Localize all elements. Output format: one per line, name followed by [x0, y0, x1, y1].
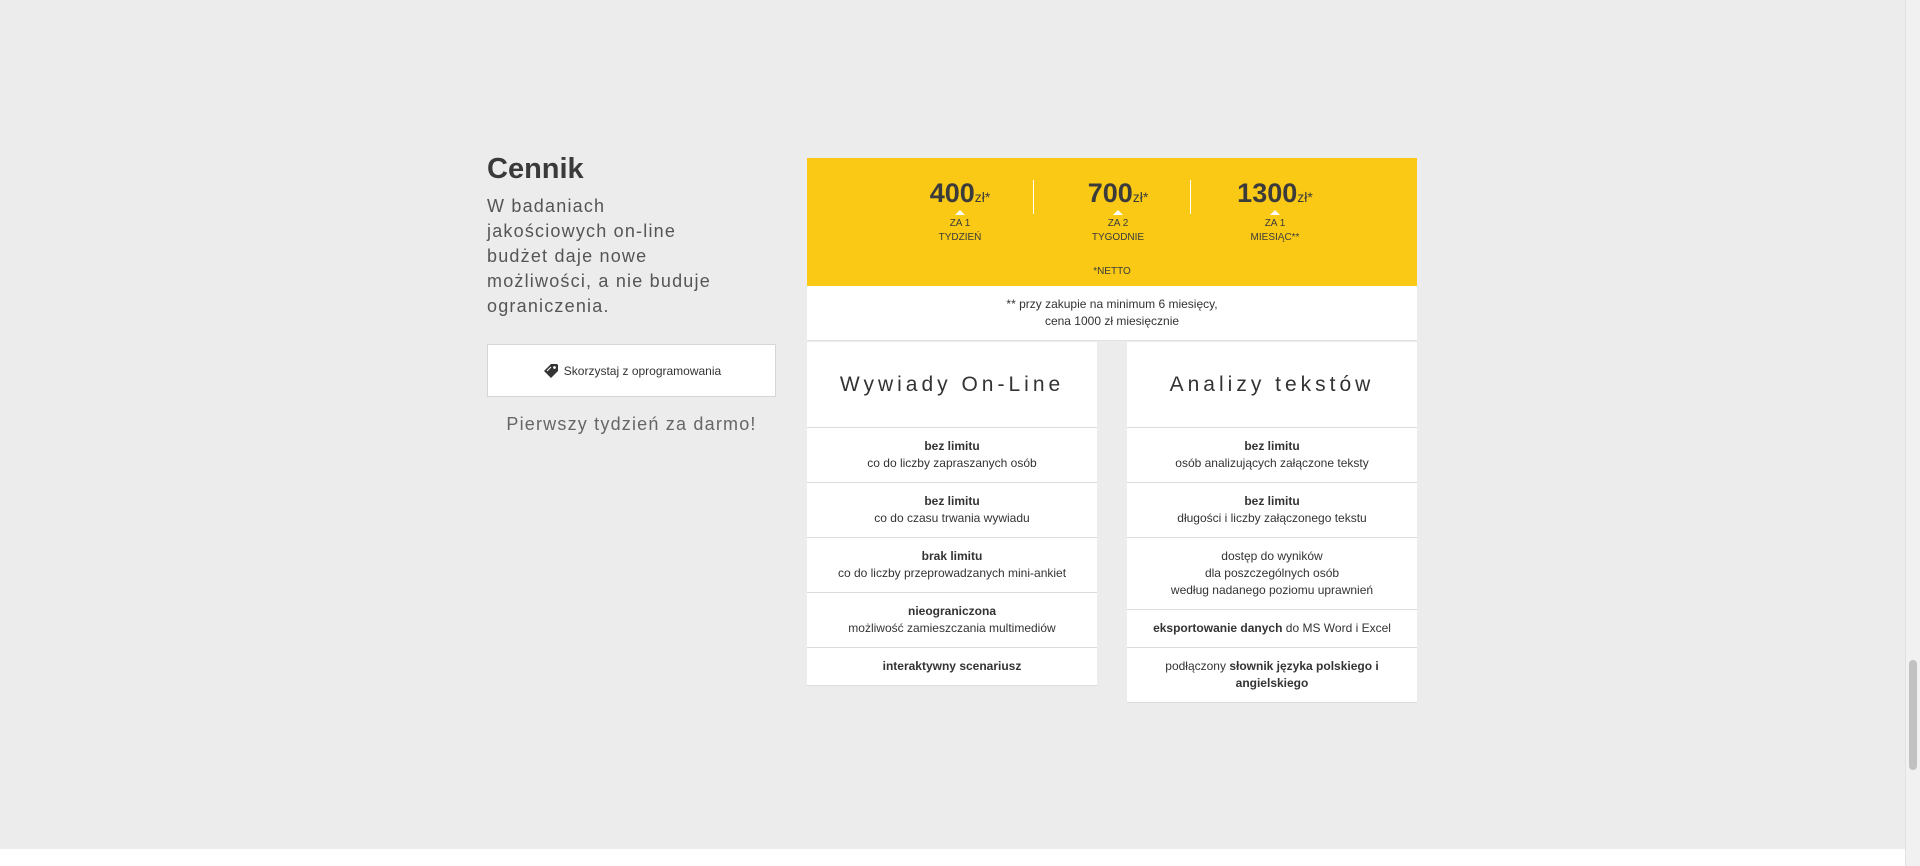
- price-weekly: 400zł* ZA 1 TYDZIEŃ: [880, 178, 1040, 245]
- price-period: ZA 1 MIESIĄC**: [1250, 218, 1300, 243]
- price-two-weeks: 700zł* ZA 2 TYGODNIE: [1038, 178, 1198, 245]
- price-monthly: 1300zł* ZA 1 MIESIĄC**: [1195, 178, 1355, 245]
- triangle-marker-icon: [1270, 210, 1280, 215]
- use-software-button[interactable]: Skorzystaj z oprogramowania: [487, 344, 776, 397]
- price-unit: zł*: [974, 189, 991, 205]
- page-title: Cennik: [487, 153, 584, 185]
- price-period: ZA 2 TYGODNIE: [1091, 218, 1145, 243]
- price-amount: 700: [1087, 178, 1133, 208]
- feature-row: podłączony słownik języka polskiego i an…: [1127, 648, 1417, 703]
- pricing-footnote: ** przy zakupie na minimum 6 miesięcy, c…: [807, 286, 1417, 341]
- feature-row: brak limitu co do liczby przeprowadzanych…: [807, 538, 1097, 593]
- feature-row: dostęp do wyników dla poszczególnych osób…: [1127, 538, 1417, 610]
- price-unit: zł*: [1297, 189, 1313, 205]
- feature-row: nieograniczona możliwość zamieszczania mu…: [807, 593, 1097, 648]
- price-unit: zł*: [1132, 189, 1149, 205]
- scrollbar-thumb[interactable]: [1909, 660, 1917, 770]
- feature-row: bez limitu co do liczby zapraszanych osób: [807, 428, 1097, 483]
- column-heading: Wywiady On-Line: [807, 342, 1097, 428]
- price-period: ZA 1 TYDZIEŃ: [938, 218, 982, 243]
- price-panel: 400zł* ZA 1 TYDZIEŃ 700zł* ZA 2 TYGODNIE 1…: [807, 158, 1417, 286]
- price-amount: 400: [929, 178, 975, 208]
- triangle-marker-icon: [955, 210, 965, 215]
- column-heading: Analizy tekstów: [1127, 342, 1417, 428]
- pricing-description: W badaniach jakościowych on-line budżet …: [487, 196, 711, 316]
- pricing-intro: Cennik W badaniach jakościowych on-line …: [487, 150, 777, 319]
- features-column-text-analysis: Analizy tekstów bez limitu osób analizują…: [1127, 342, 1417, 703]
- price-divider: [1190, 180, 1191, 214]
- footer-strip: [0, 849, 1905, 866]
- scrollbar[interactable]: [1905, 0, 1920, 866]
- feature-row: bez limitu co do czasu trwania wywiadu: [807, 483, 1097, 538]
- features-column-interviews: Wywiady On-Line bez limitu co do liczby z…: [807, 342, 1097, 686]
- feature-row: interaktywny scenariusz: [807, 648, 1097, 686]
- netto-note: *NETTO: [1093, 266, 1131, 277]
- feature-row: bez limitu osób analizujących załączone t…: [1127, 428, 1417, 483]
- feature-row: eksportowanie danych do MS Word i Excel: [1127, 610, 1417, 648]
- price-amount: 1300: [1237, 178, 1298, 208]
- triangle-marker-icon: [1113, 210, 1123, 215]
- feature-row: bez limitu długości i liczby załączonego …: [1127, 483, 1417, 538]
- free-trial-text: Pierwszy tydzień za darmo!: [506, 414, 757, 434]
- tag-icon: [542, 362, 560, 380]
- use-software-label: Skorzystaj z oprogramowania: [563, 363, 722, 378]
- price-divider: [1033, 180, 1034, 214]
